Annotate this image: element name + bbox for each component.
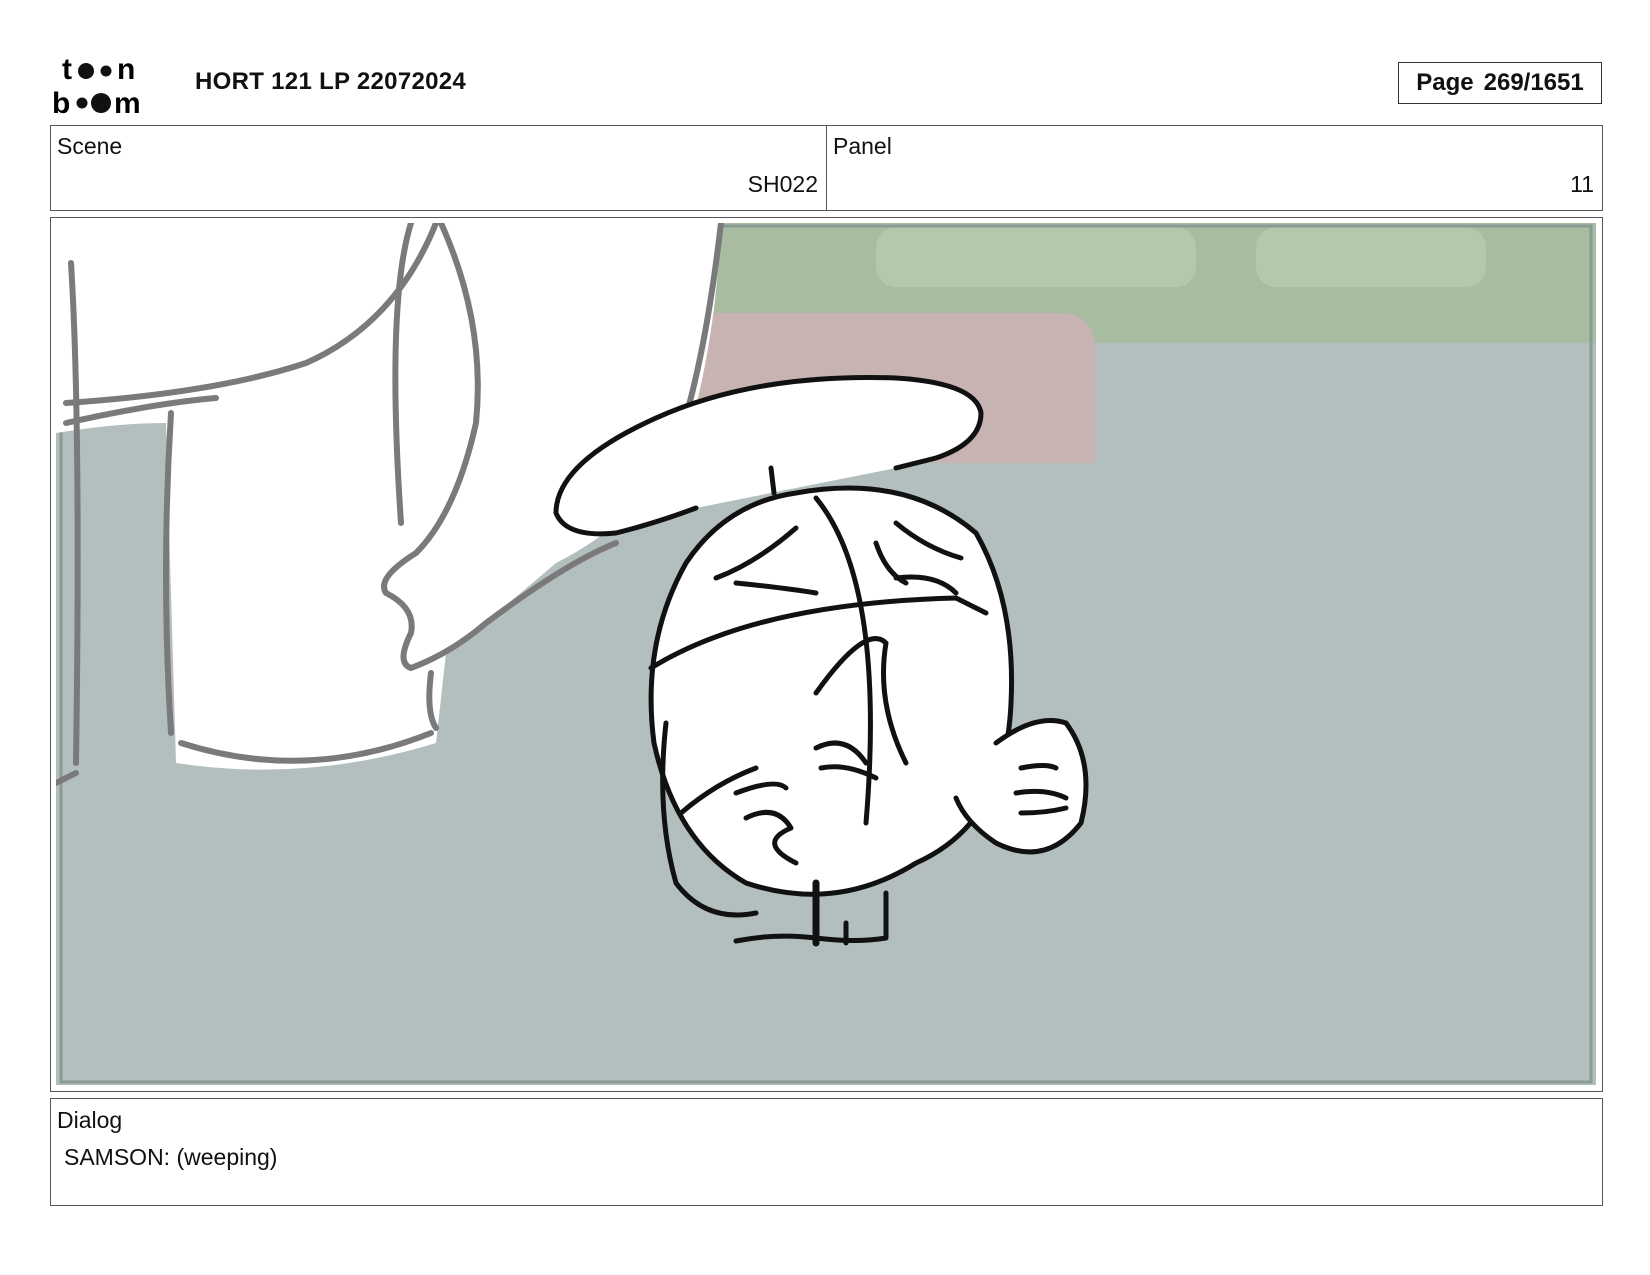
storyboard-panel [50,217,1603,1092]
dialog-text: SAMSON: (weeping) [64,1144,278,1170]
page-label: Page [1416,69,1474,96]
svg-text:b: b [52,87,70,118]
document-title: HORT 121 LP 22072024 [195,68,467,95]
scene-value: SH022 [747,171,818,197]
toon-boom-logo: toon t n b m [52,53,141,118]
scene-panel-row: Scene SH022 Panel 11 [50,125,1603,211]
page-indicator: Page 269/1651 [1398,62,1602,104]
panel-value: 11 [1570,171,1594,197]
svg-text:n: n [117,53,135,86]
panel-cell: Panel 11 [826,126,1602,210]
svg-text:m: m [114,87,141,118]
scene-label: Scene [57,133,123,159]
panel-drawing [56,223,1596,1085]
panel-label: Panel [833,133,892,159]
page-number: 269/1651 [1483,69,1584,96]
svg-text:t: t [62,53,72,86]
scene-cell: Scene SH022 [51,126,826,210]
dialog-box: Dialog SAMSON: (weeping) [50,1098,1603,1206]
dialog-label: Dialog [57,1107,123,1133]
